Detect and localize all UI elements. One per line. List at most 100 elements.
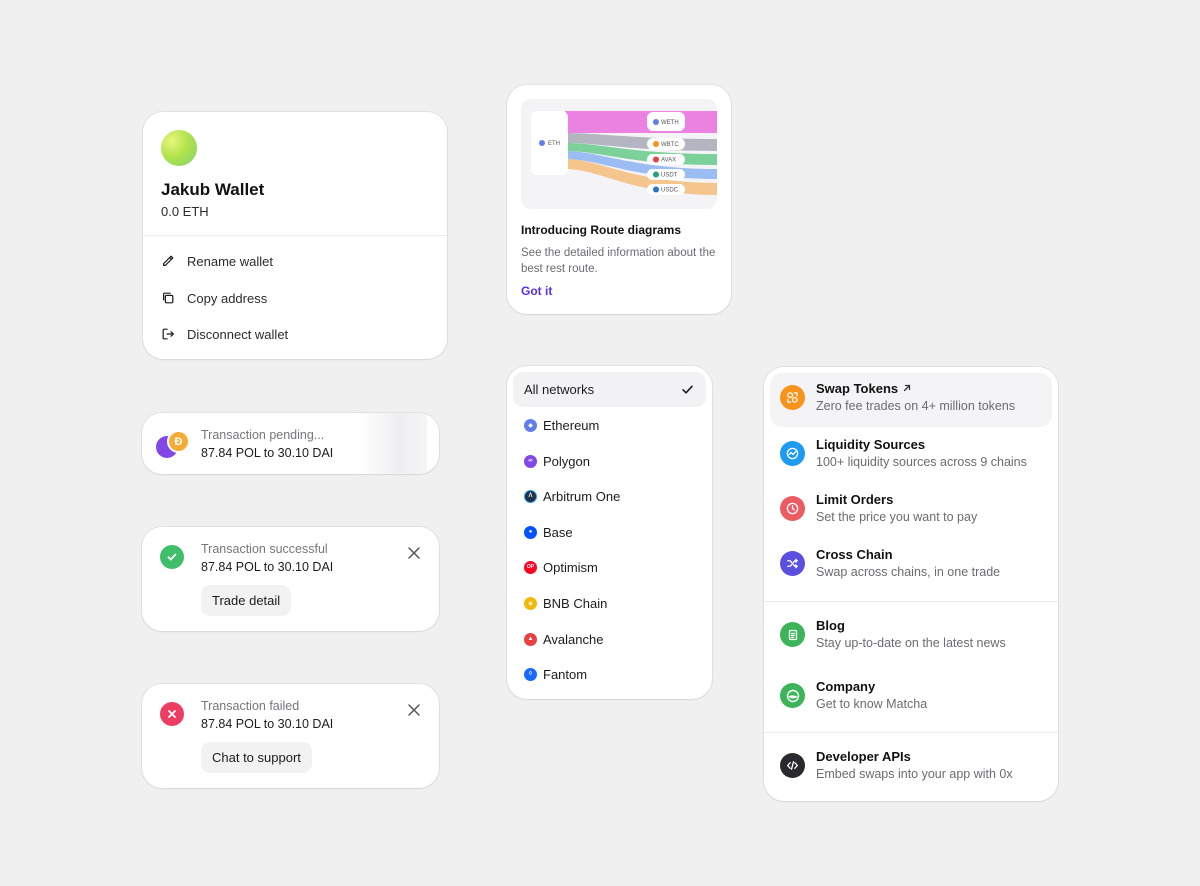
- menu-item-title: Liquidity Sources: [816, 437, 926, 452]
- menu-item-limit-orders[interactable]: Limit Orders Set the price you want to p…: [780, 492, 1050, 530]
- transaction-failed-toast: Transaction failed 87.84 POL to 30.10 DA…: [142, 684, 439, 788]
- network-option-label: Base: [543, 524, 573, 540]
- route-diagram-preview: ETH WETH WBTC AVAX USDT USDC: [521, 99, 717, 209]
- network-option-label: Optimism: [543, 559, 598, 575]
- code-icon: [780, 753, 805, 778]
- transaction-amount: 87.84 POL to 30.10 DAI: [201, 717, 334, 731]
- wallet-balance: 0.0 ETH: [161, 204, 209, 219]
- network-option-label: Avalanche: [543, 631, 604, 647]
- network-option-base[interactable]: ● Base: [524, 522, 573, 542]
- menu-item-subtitle: Set the price you want to pay: [816, 510, 978, 524]
- network-option-optimism[interactable]: OP Optimism: [524, 557, 598, 577]
- rename-wallet-label: Rename wallet: [187, 253, 273, 269]
- network-option-all[interactable]: All networks: [513, 372, 706, 407]
- divider: [764, 732, 1058, 733]
- document-icon: [780, 622, 805, 647]
- divider: [764, 601, 1058, 602]
- swap-icon: [780, 385, 805, 410]
- clock-icon: [780, 496, 805, 521]
- loading-shimmer: [357, 413, 427, 474]
- base-icon: ●: [524, 525, 537, 539]
- error-circle-icon: [160, 702, 184, 726]
- menu-item-swap-tokens[interactable]: Swap Tokens Zero fee trades on 4+ millio…: [780, 381, 1050, 419]
- menu-item-blog[interactable]: Blog Stay up-to-date on the latest news: [780, 618, 1050, 656]
- copy-icon: [163, 292, 174, 304]
- trade-detail-button[interactable]: Trade detail: [201, 585, 292, 616]
- chat-to-support-button[interactable]: Chat to support: [201, 742, 312, 773]
- check-circle-icon: [160, 545, 184, 569]
- avalanche-icon: ▲: [524, 632, 537, 646]
- route-promo-description: See the detailed information about the b…: [521, 247, 716, 275]
- disconnect-wallet-label: Disconnect wallet: [187, 326, 289, 342]
- got-it-link[interactable]: Got it: [521, 284, 552, 298]
- menu-item-subtitle: Get to know Matcha: [816, 697, 928, 711]
- rename-wallet-button[interactable]: Rename wallet: [161, 249, 273, 273]
- optimism-icon: OP: [524, 560, 537, 574]
- network-selector-dropdown: All networks ◆ Ethereum ∞ Polygon Λ Arbi…: [507, 366, 712, 699]
- menu-item-subtitle: 100+ liquidity sources across 9 chains: [816, 455, 1027, 469]
- menu-item-title: Blog: [816, 618, 845, 633]
- menu-item-subtitle: Stay up-to-date on the latest news: [816, 636, 1006, 650]
- product-menu: Swap Tokens Zero fee trades on 4+ millio…: [764, 367, 1058, 801]
- fantom-icon: ◊: [524, 667, 537, 681]
- network-option-fantom[interactable]: ◊ Fantom: [524, 664, 587, 684]
- transaction-status: Transaction failed: [201, 699, 300, 713]
- network-option-arbitrum[interactable]: Λ Arbitrum One: [524, 486, 620, 506]
- menu-item-title: Cross Chain: [816, 547, 893, 562]
- network-option-label: Fantom: [543, 666, 588, 682]
- transaction-success-toast: Transaction successful 87.84 POL to 30.1…: [142, 527, 439, 631]
- network-option-polygon[interactable]: ∞ Polygon: [524, 451, 590, 471]
- transaction-status: Transaction successful: [201, 542, 328, 556]
- menu-item-title: Swap Tokens: [816, 381, 912, 396]
- route-target-label: WBTC: [661, 142, 679, 148]
- route-target-label: USDC: [661, 188, 679, 194]
- network-option-label: All networks: [524, 382, 595, 397]
- transaction-amount: 87.84 POL to 30.10 DAI: [201, 560, 334, 574]
- token-pair-icon: Ð: [156, 430, 192, 458]
- menu-item-title: Company: [816, 679, 876, 694]
- checkmark-icon: [682, 385, 693, 394]
- menu-item-title: Developer APIs: [816, 749, 911, 764]
- menu-item-developer-apis[interactable]: Developer APIs Embed swaps into your app…: [780, 749, 1050, 787]
- wallet-name: Jakub Wallet: [161, 180, 265, 199]
- network-option-label: Ethereum: [543, 417, 600, 433]
- route-target-label: WETH: [661, 120, 679, 126]
- close-icon[interactable]: [407, 546, 421, 560]
- copy-address-label: Copy address: [187, 290, 268, 306]
- matcha-logo-icon: [780, 683, 805, 708]
- pencil-icon: [163, 255, 174, 266]
- bnb-icon: ◈: [524, 596, 537, 610]
- ethereum-icon: ◆: [524, 418, 537, 432]
- menu-item-cross-chain[interactable]: Cross Chain Swap across chains, in one t…: [780, 547, 1050, 585]
- dai-token-icon: Ð: [167, 430, 190, 453]
- menu-item-subtitle: Embed swaps into your app with 0x: [816, 767, 1013, 781]
- network-option-label: BNB Chain: [543, 595, 608, 611]
- close-icon[interactable]: [407, 703, 421, 717]
- copy-address-button[interactable]: Copy address: [161, 286, 267, 310]
- menu-item-liquidity-sources[interactable]: Liquidity Sources 100+ liquidity sources…: [780, 437, 1050, 475]
- polygon-icon: ∞: [524, 454, 537, 468]
- liquidity-icon: [780, 441, 805, 466]
- network-option-avalanche[interactable]: ▲ Avalanche: [524, 629, 603, 649]
- transaction-status: Transaction pending...: [201, 428, 325, 442]
- divider: [143, 235, 447, 236]
- swap-tokens-title: Swap Tokens: [816, 381, 899, 396]
- transaction-amount: 87.84 POL to 30.10 DAI: [201, 446, 334, 460]
- menu-item-title: Limit Orders: [816, 492, 894, 507]
- transaction-pending-toast: Ð Transaction pending... 87.84 POL to 30…: [142, 413, 439, 474]
- arbitrum-icon: Λ: [524, 489, 537, 503]
- menu-item-company[interactable]: Company Get to know Matcha: [780, 679, 1050, 717]
- network-option-label: Arbitrum One: [543, 488, 621, 504]
- route-target-label: AVAX: [661, 158, 676, 164]
- route-diagram-promo-card: ETH WETH WBTC AVAX USDT USDC Introducing…: [507, 85, 731, 314]
- shuffle-icon: [780, 551, 805, 576]
- menu-item-subtitle: Zero fee trades on 4+ million tokens: [816, 399, 1016, 413]
- wallet-avatar: [161, 130, 197, 166]
- external-arrow-icon: [903, 384, 910, 392]
- network-option-bnb-chain[interactable]: ◈ BNB Chain: [524, 593, 607, 613]
- network-option-ethereum[interactable]: ◆ Ethereum: [524, 415, 599, 435]
- route-target-label: USDT: [661, 173, 678, 179]
- wallet-card: Jakub Wallet 0.0 ETH Rename wallet Copy …: [143, 112, 447, 359]
- disconnect-wallet-button[interactable]: Disconnect wallet: [161, 322, 288, 346]
- menu-item-subtitle: Swap across chains, in one trade: [816, 565, 1001, 579]
